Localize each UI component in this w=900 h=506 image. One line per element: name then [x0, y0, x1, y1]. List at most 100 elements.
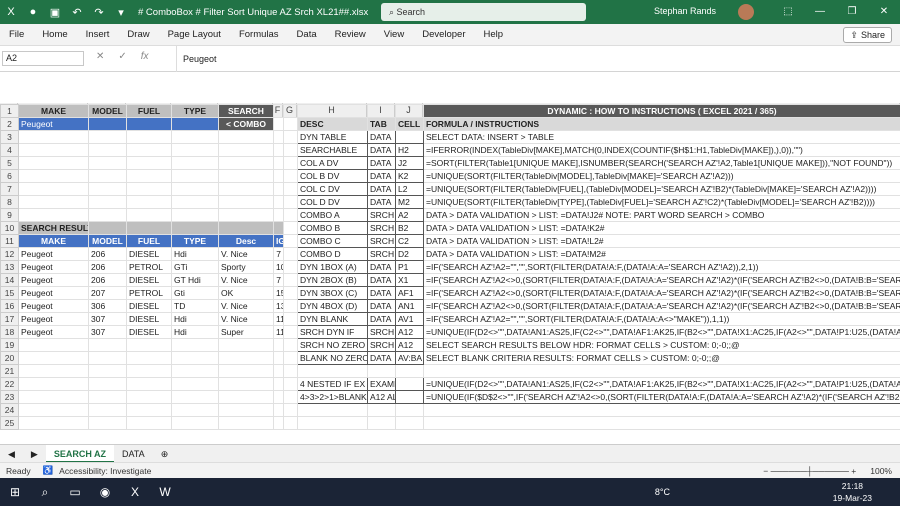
- cell[interactable]: IG: [273, 234, 284, 248]
- cell[interactable]: C2: [395, 234, 424, 248]
- tab-developer[interactable]: Developer: [413, 29, 474, 40]
- cell[interactable]: [88, 338, 127, 352]
- cell[interactable]: [126, 130, 172, 144]
- cell[interactable]: [171, 364, 219, 378]
- cell[interactable]: CELL: [395, 117, 424, 131]
- cell[interactable]: [171, 195, 219, 209]
- row-number[interactable]: 23: [0, 390, 19, 404]
- cell[interactable]: [283, 208, 298, 222]
- firefox-icon[interactable]: ◉: [90, 478, 120, 506]
- tab-help[interactable]: Help: [475, 29, 513, 40]
- cell[interactable]: FUEL: [126, 104, 172, 118]
- cell[interactable]: [18, 338, 89, 352]
- tab-data[interactable]: Data: [288, 29, 326, 40]
- cell[interactable]: =UNIQUE(IF(D2<>"",DATA!AN1:AS25,IF(C2<>"…: [423, 377, 900, 391]
- cell[interactable]: =IF('SEARCH AZ'!A2<>0,(SORT(FILTER(DATA!…: [423, 273, 900, 287]
- row-number[interactable]: 6: [0, 169, 19, 183]
- cell[interactable]: SRCH: [367, 234, 396, 248]
- cell[interactable]: Peugeot: [18, 299, 89, 313]
- cell[interactable]: [18, 195, 89, 209]
- cell[interactable]: [283, 325, 298, 339]
- cell[interactable]: [126, 169, 172, 183]
- cell[interactable]: AN1: [395, 299, 424, 313]
- cell[interactable]: =IF('SEARCH AZ'!A2<>0,(SORT(FILTER(DATA!…: [423, 286, 900, 300]
- cell[interactable]: [126, 156, 172, 170]
- cell[interactable]: [126, 117, 172, 131]
- cell[interactable]: [283, 234, 298, 248]
- cell[interactable]: [423, 416, 900, 430]
- row-number[interactable]: 15: [0, 286, 19, 300]
- tab-review[interactable]: Review: [326, 29, 375, 40]
- cell[interactable]: SRCH: [367, 221, 396, 235]
- cell[interactable]: H2: [395, 143, 424, 157]
- cell[interactable]: =SORT(FILTER(Table1[UNIQUE MAKE],ISNUMBE…: [423, 156, 900, 170]
- cell[interactable]: DYN BLANK: [297, 312, 368, 326]
- cell[interactable]: [283, 182, 298, 196]
- cell[interactable]: [18, 390, 89, 404]
- cell[interactable]: DATA > DATA VALIDATION > LIST: =DATA!K2#: [423, 221, 900, 235]
- cell[interactable]: [126, 338, 172, 352]
- cell[interactable]: [283, 169, 298, 183]
- cell[interactable]: [126, 403, 172, 417]
- cell[interactable]: [367, 403, 396, 417]
- cell[interactable]: COL A DV: [297, 156, 368, 170]
- cell[interactable]: [273, 169, 284, 183]
- cell[interactable]: [18, 130, 89, 144]
- cell[interactable]: [126, 208, 172, 222]
- cell[interactable]: V. Nice: [218, 299, 274, 313]
- cell[interactable]: [367, 416, 396, 430]
- cell[interactable]: 306: [88, 299, 127, 313]
- cell[interactable]: M2: [395, 195, 424, 209]
- autosave-toggle[interactable]: ●: [22, 6, 44, 18]
- cell[interactable]: DATA: [367, 169, 396, 183]
- cell[interactable]: [88, 195, 127, 209]
- cell[interactable]: [283, 260, 298, 274]
- cell[interactable]: DATA: [367, 312, 396, 326]
- cell[interactable]: [283, 299, 298, 313]
- cell[interactable]: [273, 182, 284, 196]
- cell[interactable]: =IF('SEARCH AZ'!A2<>0,(SORT(FILTER(DATA!…: [423, 299, 900, 313]
- tab-home[interactable]: Home: [33, 29, 76, 40]
- cell[interactable]: Hdi: [171, 247, 219, 261]
- cell[interactable]: [88, 416, 127, 430]
- cell[interactable]: Desc: [218, 234, 274, 248]
- cell[interactable]: [218, 338, 274, 352]
- maximize-button[interactable]: ❐: [836, 0, 868, 24]
- cell[interactable]: =UNIQUE(IF(D2<>"",DATA!AN1:AS25,IF(C2<>"…: [423, 325, 900, 339]
- cell[interactable]: B2: [395, 221, 424, 235]
- cell[interactable]: FUEL: [126, 234, 172, 248]
- cell[interactable]: [297, 364, 368, 378]
- cell[interactable]: [283, 403, 298, 417]
- cell[interactable]: [283, 390, 298, 404]
- prev-sheet-icon[interactable]: ◀: [0, 445, 23, 463]
- cell[interactable]: DATA: [367, 351, 396, 365]
- row-number[interactable]: 16: [0, 299, 19, 313]
- cell[interactable]: EXAMPLE: [367, 377, 396, 391]
- cell[interactable]: [126, 377, 172, 391]
- cell[interactable]: [218, 130, 274, 144]
- cell[interactable]: [297, 403, 368, 417]
- cell[interactable]: =UNIQUE(IF($D$2<>"",IF('SEARCH AZ'!A2<>0…: [423, 390, 900, 404]
- redo-icon[interactable]: ↷: [88, 6, 110, 19]
- cell[interactable]: 206: [88, 247, 127, 261]
- formula-input[interactable]: Peugeot: [176, 46, 900, 72]
- cell[interactable]: [18, 169, 89, 183]
- cell[interactable]: [423, 403, 900, 417]
- cell[interactable]: DIESEL: [126, 247, 172, 261]
- cell[interactable]: [171, 130, 219, 144]
- cell[interactable]: 13: [273, 299, 284, 313]
- cell[interactable]: MODEL: [88, 104, 127, 118]
- cell[interactable]: COMBO D: [297, 247, 368, 261]
- row-number[interactable]: 13: [0, 260, 19, 274]
- cell[interactable]: =UNIQUE(SORT(FILTER(TableDiv[TYPE],(Tabl…: [423, 195, 900, 209]
- cell[interactable]: GTi: [171, 260, 219, 274]
- cell[interactable]: SEARCHABLE: [297, 143, 368, 157]
- cell[interactable]: < COMBO: [218, 117, 274, 131]
- close-button[interactable]: ✕: [868, 0, 900, 24]
- cell[interactable]: [283, 273, 298, 287]
- cell[interactable]: DYN 2BOX (B): [297, 273, 368, 287]
- cell[interactable]: FORMULA / INSTRUCTIONS: [423, 117, 900, 131]
- cell[interactable]: [171, 208, 219, 222]
- cell[interactable]: Hdi: [171, 312, 219, 326]
- cell[interactable]: DIESEL: [126, 273, 172, 287]
